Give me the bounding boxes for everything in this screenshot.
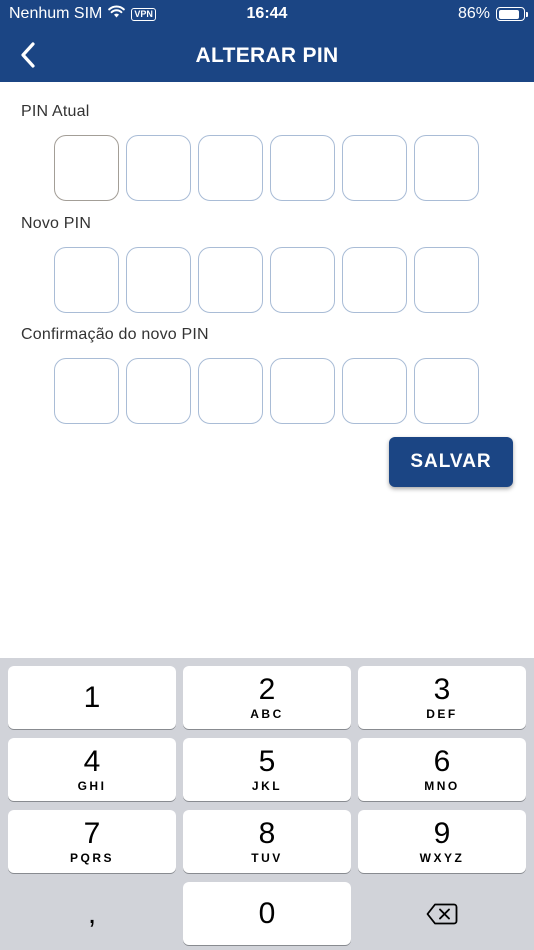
current-pin-digit-1[interactable] [54, 135, 119, 201]
key-delete[interactable] [358, 882, 526, 945]
key-6[interactable]: 6 MNO [358, 738, 526, 801]
key-4-number: 4 [83, 745, 101, 778]
key-0-number: 0 [258, 896, 276, 930]
key-8-letters: TUV [251, 851, 283, 865]
key-5-number: 5 [258, 745, 276, 778]
key-6-letters: MNO [424, 779, 460, 793]
key-7-letters: PQRS [69, 851, 114, 865]
current-pin-digit-5[interactable] [342, 135, 407, 201]
new-pin-digit-6[interactable] [414, 247, 479, 313]
current-pin-digit-6[interactable] [414, 135, 479, 201]
current-pin-digit-4[interactable] [270, 135, 335, 201]
status-right: 86% [457, 5, 528, 23]
key-3-number: 3 [433, 673, 451, 706]
key-5[interactable]: 5 JKL [183, 738, 351, 801]
current-pin-digit-3[interactable] [198, 135, 263, 201]
key-2-number: 2 [258, 673, 276, 706]
key-2-letters: ABC [250, 707, 284, 721]
key-4-letters: GHI [77, 779, 107, 793]
battery-icon [496, 7, 528, 21]
status-left: Nenhum SIM VPN [9, 5, 156, 23]
wifi-icon [108, 5, 126, 23]
confirm-pin-digit-5[interactable] [342, 358, 407, 424]
key-0[interactable]: 0 [183, 882, 351, 945]
battery-percent: 86% [457, 5, 490, 22]
confirm-pin-digit-6[interactable] [414, 358, 479, 424]
key-3[interactable]: 3 DEF [358, 666, 526, 729]
battery-level [498, 9, 520, 19]
current-pin-inputs [54, 135, 479, 201]
key-5-letters: JKL [251, 779, 283, 793]
key-1-number: 1 [83, 680, 101, 714]
new-pin-digit-3[interactable] [198, 247, 263, 313]
nav-bar: ALTERAR PIN [0, 28, 534, 82]
carrier-label: Nenhum SIM [9, 5, 103, 22]
confirm-pin-inputs [54, 358, 479, 424]
key-8[interactable]: 8 TUV [183, 810, 351, 873]
new-pin-digit-2[interactable] [126, 247, 191, 313]
confirm-pin-digit-2[interactable] [126, 358, 191, 424]
new-pin-inputs [54, 247, 479, 313]
current-pin-digit-2[interactable] [126, 135, 191, 201]
confirm-pin-digit-3[interactable] [198, 358, 263, 424]
key-7-number: 7 [83, 817, 101, 850]
key-6-number: 6 [433, 745, 451, 778]
key-4[interactable]: 4 GHI [8, 738, 176, 801]
key-7[interactable]: 7 PQRS [8, 810, 176, 873]
new-pin-digit-4[interactable] [270, 247, 335, 313]
key-comma-symbol: , [87, 896, 97, 930]
backspace-icon [426, 903, 458, 924]
key-1[interactable]: 1 [8, 666, 176, 729]
numeric-keypad: 1 2 ABC 3 DEF 4 GHI 5 JKL 6 MNO 7 PQRS 8… [0, 658, 534, 950]
new-pin-label: Novo PIN [21, 215, 92, 232]
key-2[interactable]: 2 ABC [183, 666, 351, 729]
vpn-badge: VPN [131, 7, 156, 21]
new-pin-digit-1[interactable] [54, 247, 119, 313]
new-pin-digit-5[interactable] [342, 247, 407, 313]
key-9-number: 9 [433, 817, 451, 850]
key-8-number: 8 [258, 817, 276, 850]
save-button[interactable]: SALVAR [389, 437, 513, 487]
key-comma[interactable]: , [8, 882, 176, 945]
confirm-pin-digit-4[interactable] [270, 358, 335, 424]
key-9[interactable]: 9 WXYZ [358, 810, 526, 873]
status-bar: Nenhum SIM VPN 16:44 86% [0, 0, 534, 28]
page-title: ALTERAR PIN [195, 44, 339, 67]
key-3-letters: DEF [426, 707, 458, 721]
confirm-pin-label: Confirmação do novo PIN [21, 326, 209, 343]
current-pin-label: PIN Atual [21, 103, 90, 120]
confirm-pin-digit-1[interactable] [54, 358, 119, 424]
key-9-letters: WXYZ [419, 851, 465, 865]
